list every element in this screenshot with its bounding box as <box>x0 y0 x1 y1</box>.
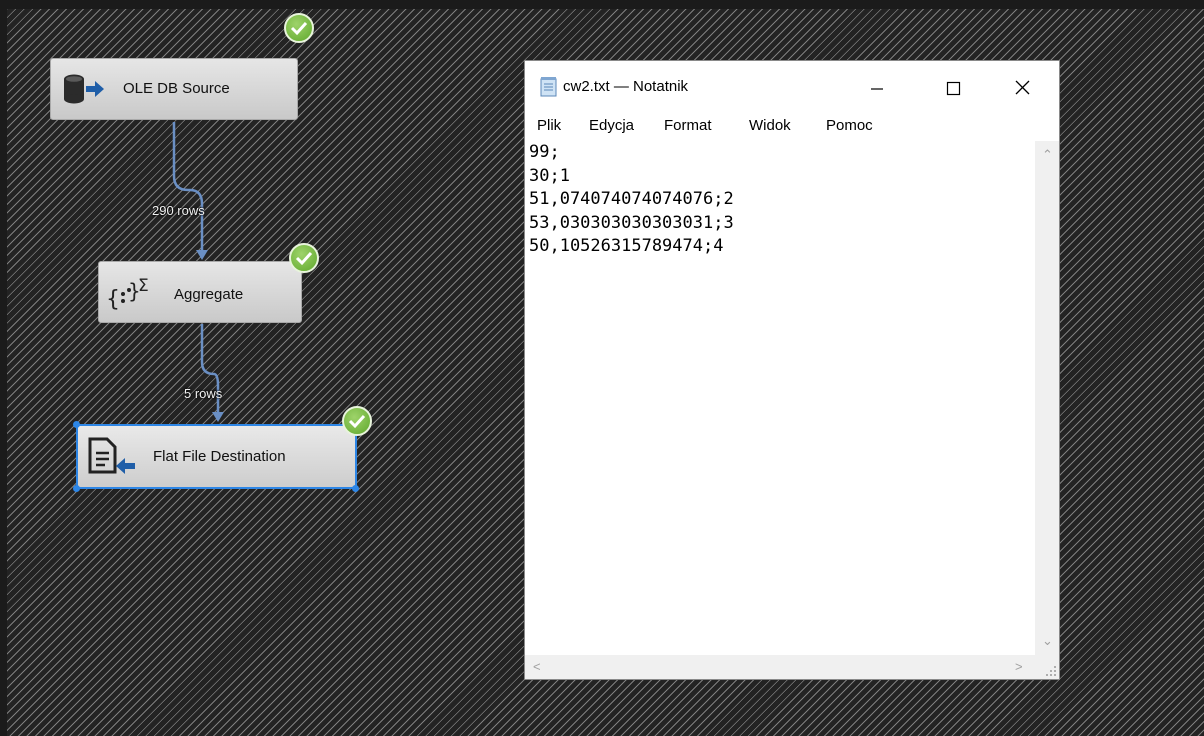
minimize-icon <box>871 88 883 90</box>
vertical-scrollbar[interactable]: ⌃ ⌄ <box>1035 141 1059 655</box>
path-row-count-1[interactable]: 290 rows <box>152 203 205 218</box>
selection-handle[interactable] <box>352 485 359 492</box>
aggregate-sigma-icon: { } Σ <box>106 276 149 312</box>
maximize-button[interactable] <box>931 73 975 103</box>
selection-handle[interactable] <box>73 421 80 428</box>
maximize-icon <box>946 81 961 96</box>
svg-text:Σ: Σ <box>138 276 149 296</box>
svg-text:{: { <box>106 287 120 312</box>
data-path-source-aggregate <box>172 122 204 252</box>
text-line: 99; <box>529 142 560 162</box>
menu-pomoc[interactable]: Pomoc <box>826 117 873 134</box>
menu-edycja[interactable]: Edycja <box>589 117 634 134</box>
notepad-icon <box>540 77 557 97</box>
success-check-icon <box>289 243 319 273</box>
scroll-down-icon[interactable]: ⌄ <box>1042 633 1053 649</box>
success-check-icon <box>284 13 314 43</box>
text-editor[interactable]: 99; 30;1 51,074074074074076;2 53,0303030… <box>525 141 1035 655</box>
text-line: 51,074074074074076;2 <box>529 189 734 209</box>
path-arrowhead <box>212 412 224 422</box>
text-line: 53,030303030303031;3 <box>529 212 734 233</box>
task-label: OLE DB Source <box>123 80 230 97</box>
task-label: Flat File Destination <box>153 448 286 465</box>
scroll-right-icon[interactable]: > <box>1015 659 1023 674</box>
close-icon <box>1015 80 1030 95</box>
menu-format[interactable]: Format <box>664 117 712 134</box>
success-check-icon <box>342 406 372 436</box>
aggregate-task[interactable]: { } Σ Aggregate <box>98 261 302 323</box>
horizontal-scrollbar[interactable]: < > <box>525 655 1035 679</box>
scroll-up-icon[interactable]: ⌃ <box>1042 147 1053 163</box>
notepad-window[interactable]: cw2.txt — Notatnik Plik Edycja Format Wi… <box>524 60 1060 680</box>
database-source-icon <box>64 74 104 104</box>
text-line: 30;1 <box>529 165 570 186</box>
task-label: Aggregate <box>174 286 244 303</box>
window-title: cw2.txt — Notatnik <box>563 78 689 95</box>
menu-bar: Plik Edycja Format Widok Pomoc <box>525 115 1059 139</box>
menu-widok[interactable]: Widok <box>749 117 791 134</box>
menu-plik[interactable]: Plik <box>537 117 561 134</box>
close-button[interactable] <box>1000 73 1044 103</box>
path-row-count-2[interactable]: 5 rows <box>184 386 222 401</box>
minimize-button[interactable] <box>855 73 899 103</box>
ole-db-source-task[interactable]: OLE DB Source <box>50 58 298 120</box>
flat-file-destination-icon <box>88 437 135 474</box>
resize-grip-icon <box>1046 666 1056 676</box>
scroll-left-icon[interactable]: < <box>533 659 541 674</box>
flat-file-destination-task[interactable]: Flat File Destination <box>76 424 357 489</box>
title-bar[interactable]: cw2.txt — Notatnik <box>525 61 1059 113</box>
path-arrowhead <box>196 250 208 260</box>
selection-handle[interactable] <box>73 485 80 492</box>
text-line: 50,10526315789474;4 <box>529 236 724 256</box>
resize-grip[interactable] <box>1035 655 1059 679</box>
